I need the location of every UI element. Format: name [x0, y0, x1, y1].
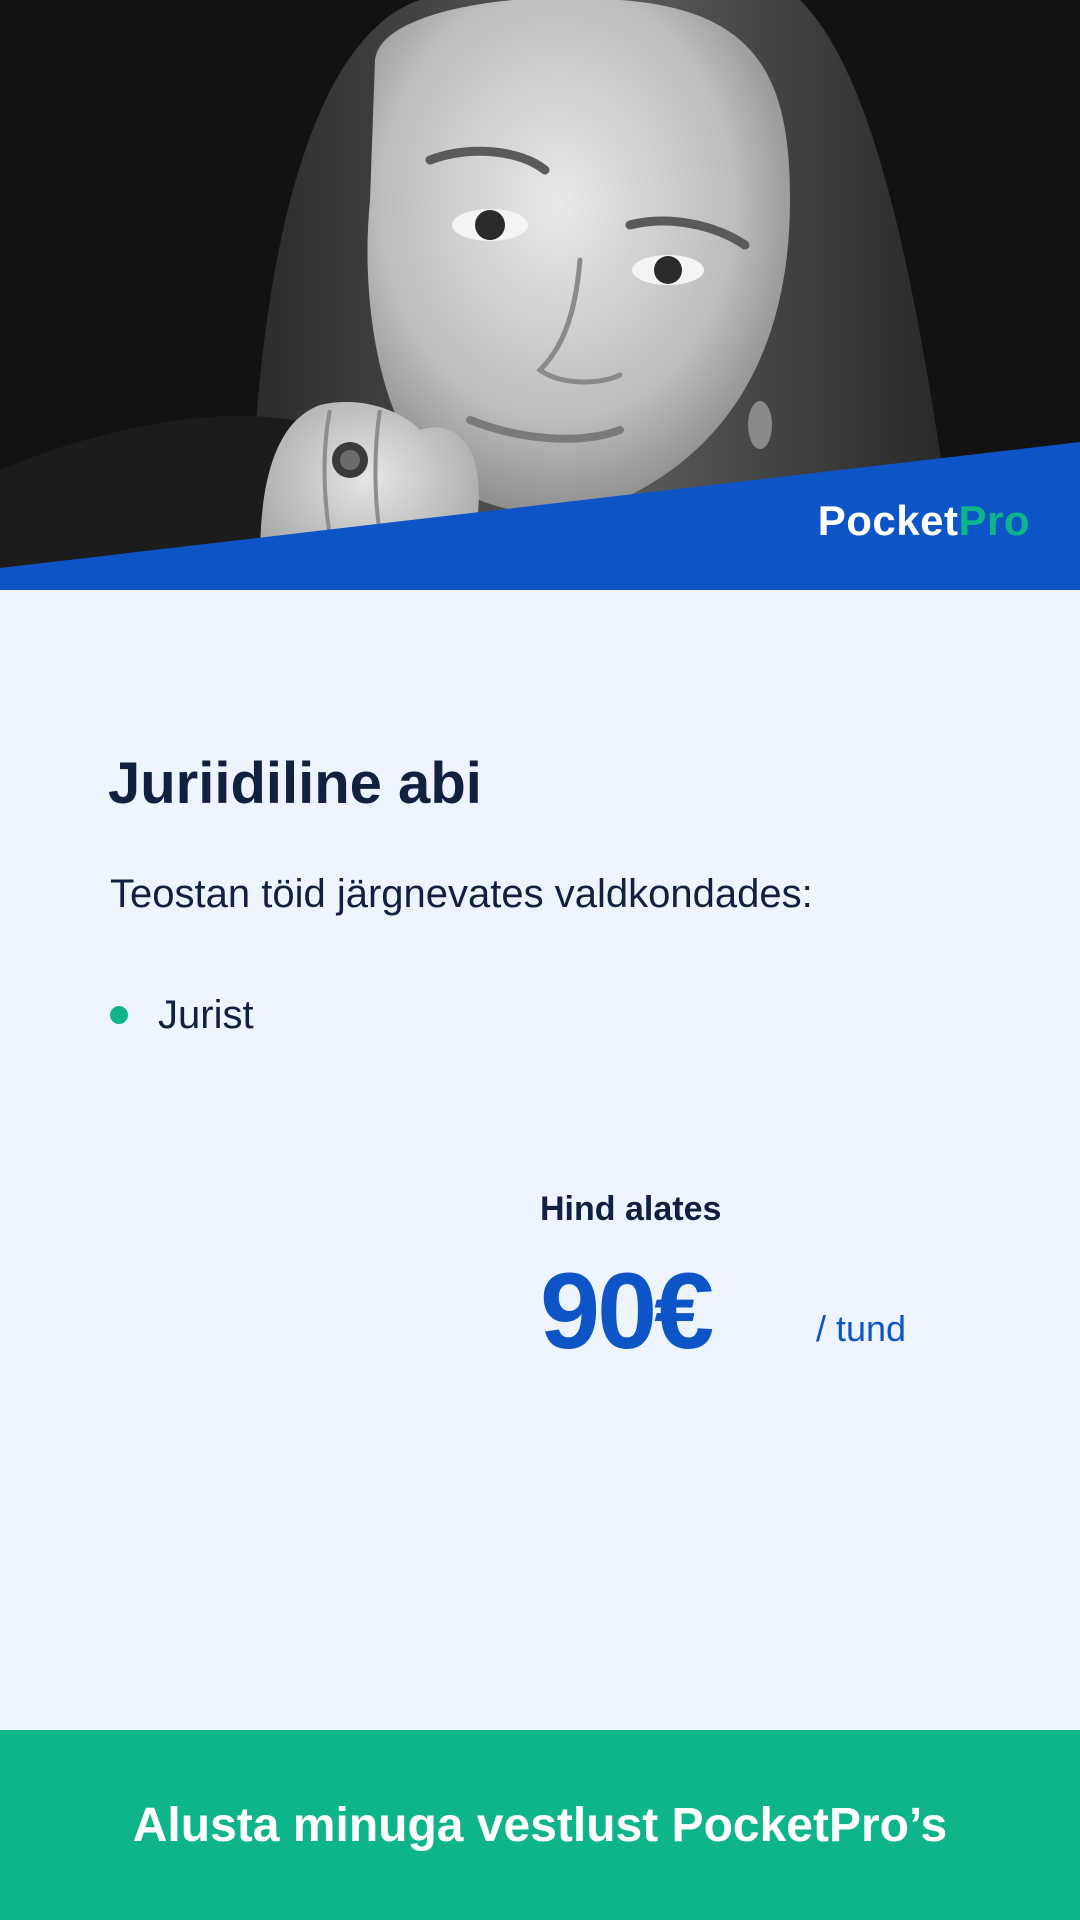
service-label: Jurist: [158, 992, 254, 1037]
price-block: Hind alates 90€ / tund: [540, 1190, 1020, 1390]
services-list: Jurist: [110, 990, 254, 1040]
price-unit: / tund: [816, 1308, 907, 1349]
start-chat-label: Alusta minuga vestlust PocketPro’s: [132, 1798, 948, 1852]
list-item: Jurist: [110, 990, 254, 1040]
pocketpro-logo: PocketPro: [818, 497, 1030, 545]
start-chat-button[interactable]: Alusta minuga vestlust PocketPro’s: [0, 1730, 1080, 1920]
price-label: Hind alates: [540, 1190, 722, 1228]
page-title: Juriidiline abi: [108, 751, 482, 816]
price-value: 90€: [540, 1250, 714, 1371]
logo-text-pro: Pro: [958, 497, 1030, 544]
bullet-dot-icon: [110, 1006, 128, 1024]
services-intro: Teostan töid järgnevates valdkondades:: [110, 872, 813, 916]
logo-text-pocket: Pocket: [817, 497, 959, 544]
hero-section: PocketPro: [0, 0, 1080, 590]
